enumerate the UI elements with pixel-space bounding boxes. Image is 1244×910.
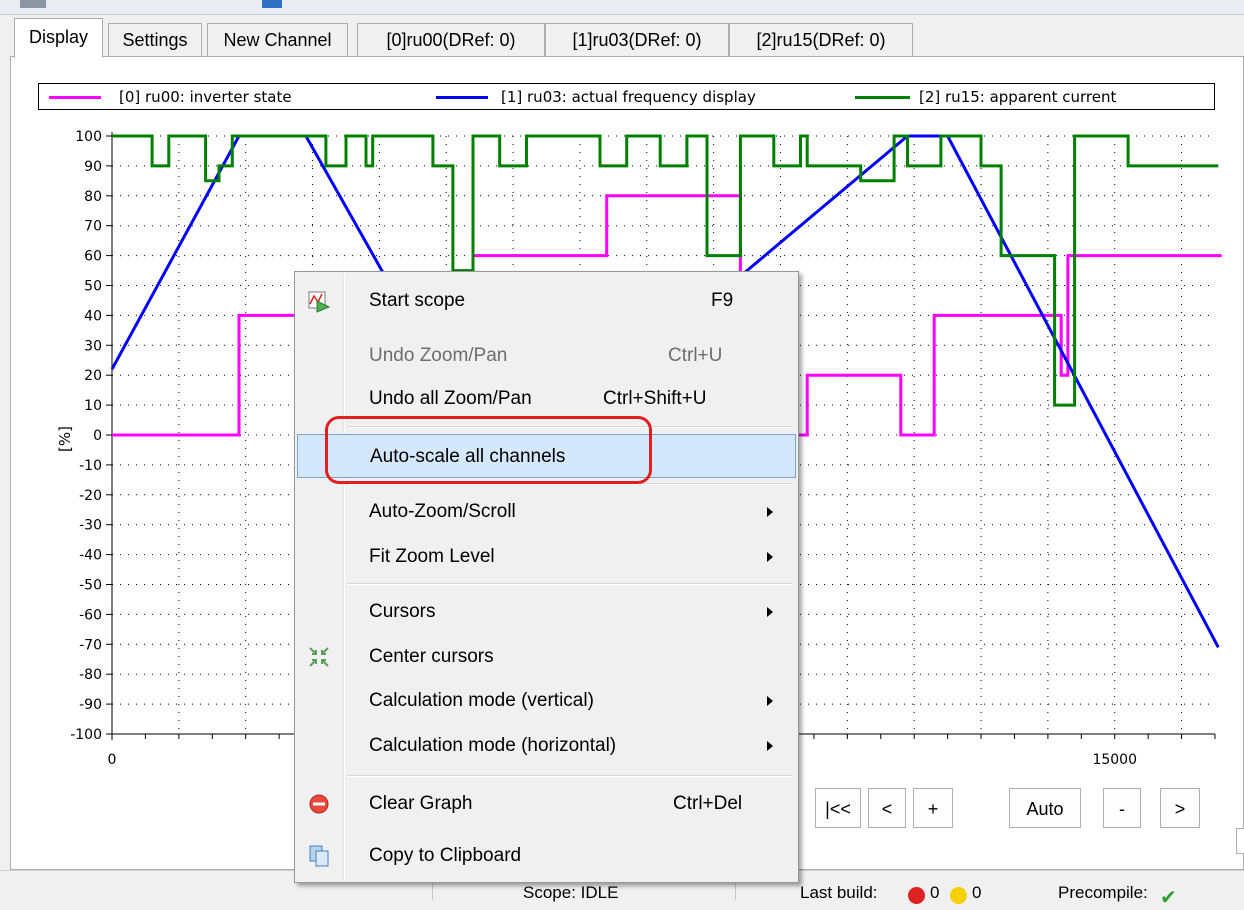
y-tick-label: -80 [79,667,102,683]
menu-start-scope[interactable]: Start scope F9 [297,279,796,323]
scroll-box[interactable] [1236,828,1244,854]
submenu-arrow-icon [767,741,773,751]
nav-next-button[interactable]: > [1160,788,1200,828]
submenu-arrow-icon [767,607,773,617]
y-tick-label: 0 [93,428,102,444]
y-tick-label: -20 [79,488,102,504]
last-build-label: Last build: [800,883,878,902]
warning-count: 0 [972,883,982,902]
submenu-arrow-icon [767,507,773,517]
menu-fit-zoom-level[interactable]: Fit Zoom Level [297,535,796,579]
precompile-label: Precompile: [1058,883,1148,902]
y-tick-label: 60 [84,249,102,265]
x-tick-label: 15000 [1092,752,1137,768]
nav-prev-button[interactable]: < [868,788,906,828]
x-tick-label: 0 [108,752,117,768]
auto-button[interactable]: Auto [1009,788,1081,828]
highlight-annotation [325,416,652,484]
y-tick-label: -50 [79,578,102,594]
zoom-in-button[interactable]: + [913,788,953,828]
y-tick-label: 70 [84,219,102,235]
nav-first-button[interactable]: |<< [815,788,861,828]
warning-icon [950,887,967,904]
y-tick-label: -30 [79,518,102,534]
menu-calc-mode-horizontal[interactable]: Calculation mode (horizontal) [297,724,796,768]
y-tick-label: 20 [84,368,102,384]
y-tick-label: 30 [84,338,102,354]
y-tick-label: 40 [84,308,102,324]
menu-calc-mode-vertical[interactable]: Calculation mode (vertical) [297,679,796,723]
y-tick-label: -90 [79,697,102,713]
submenu-arrow-icon [767,696,773,706]
y-tick-label: 80 [84,189,102,205]
check-icon: ✔ [1160,887,1177,909]
scope-status: Scope: IDLE [523,883,619,902]
y-tick-label: 90 [84,159,102,175]
menu-copy-to-clipboard[interactable]: Copy to Clipboard [297,834,796,878]
y-tick-label: -70 [79,637,102,653]
y-tick-label: -40 [79,548,102,564]
y-tick-label: -60 [79,607,102,623]
start-scope-icon [308,291,331,313]
y-tick-label: 50 [84,279,102,295]
menu-auto-zoom-scroll[interactable]: Auto-Zoom/Scroll [297,490,796,534]
menu-cursors[interactable]: Cursors [297,590,796,634]
y-tick-label: 100 [75,129,102,145]
zoom-out-button[interactable]: - [1103,788,1141,828]
error-icon [908,887,925,904]
menu-undo-zoom-pan[interactable]: Undo Zoom/Pan Ctrl+U [297,334,796,378]
error-count: 0 [930,883,940,902]
context-menu: Start scope F9 Undo Zoom/Pan Ctrl+U Undo… [294,271,799,883]
copy-icon [309,845,329,867]
menu-clear-graph[interactable]: Clear Graph Ctrl+Del [297,782,796,826]
y-tick-label: 10 [84,398,102,414]
menu-center-cursors[interactable]: Center cursors [297,635,796,679]
y-tick-label: -100 [70,727,102,743]
center-cursors-icon [309,647,329,667]
clear-graph-icon [309,794,329,814]
tab-display[interactable]: Display [14,18,103,58]
submenu-arrow-icon [767,552,773,562]
menu-undo-all-zoom-pan[interactable]: Undo all Zoom/Pan Ctrl+Shift+U [297,377,796,421]
y-tick-label: -10 [79,458,102,474]
